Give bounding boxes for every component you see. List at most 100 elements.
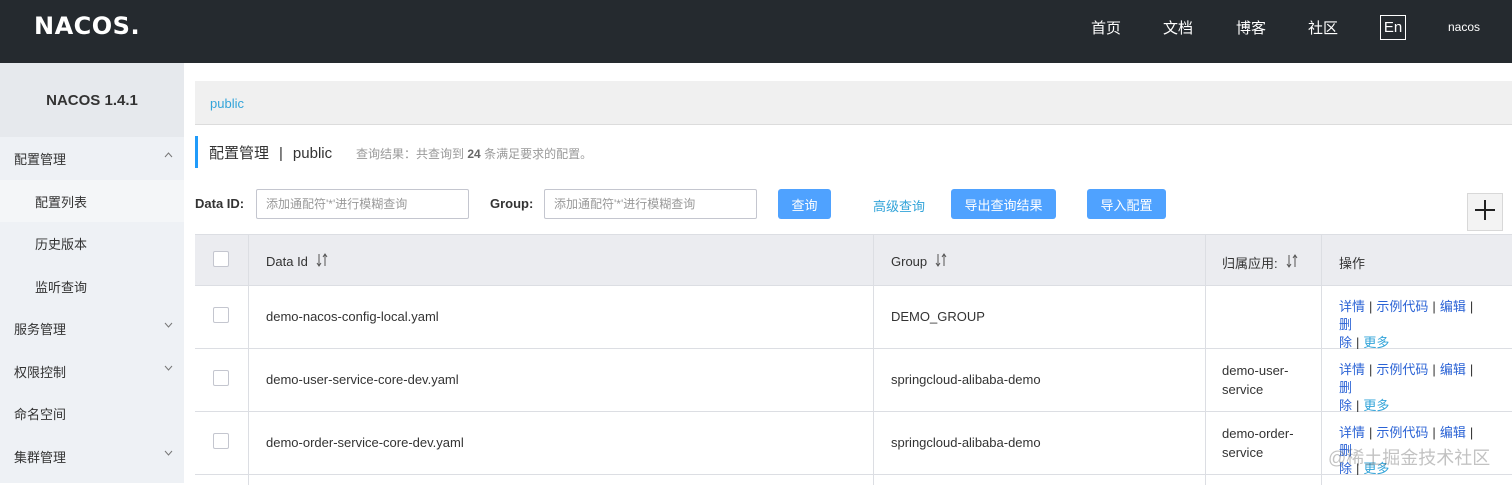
row-checkbox[interactable] [213, 370, 229, 386]
data-id-value: demo-nacos-config-local.yaml [266, 309, 439, 324]
separator: | [1469, 425, 1474, 440]
sidebar-item-config-management[interactable]: 配置管理 [0, 137, 184, 179]
page-title: 配置管理 | public [209, 142, 332, 163]
add-config-button[interactable] [1467, 193, 1503, 231]
cell-data-id: demo-order-service-core-dev.yaml [248, 412, 873, 474]
header-cell-group[interactable]: Group [873, 235, 1205, 285]
sidebar-item-config-list[interactable]: 配置列表 [0, 180, 184, 222]
header-app-label: 归属应用: [1222, 256, 1278, 271]
sidebar-item-history[interactable]: 历史版本 [0, 222, 184, 264]
header-group-label: Group [891, 254, 928, 269]
delete-link-part: 删 [1339, 380, 1353, 395]
query-result-prefix: 查询结果：共查询到 [356, 147, 465, 161]
group-label: Group: [490, 196, 534, 211]
separator: | [1356, 398, 1360, 413]
cell-app: demo-user-service [1205, 349, 1321, 411]
chevron-up-icon [164, 151, 173, 159]
group-search-input[interactable] [544, 189, 757, 219]
nav-community[interactable]: 社区 [1308, 17, 1338, 38]
edit-link[interactable]: 编辑 [1440, 362, 1466, 377]
sidebar-item-service-management[interactable]: 服务管理 [0, 307, 184, 349]
sample-code-link[interactable]: 示例代码 [1376, 425, 1428, 440]
table-row: demo-nacos-config-local.yaml DEMO_GROUP … [195, 286, 1512, 350]
sidebar-item-cluster-management[interactable]: 集群管理 [0, 435, 184, 477]
data-id-value: demo-user-service-core-dev.yaml [266, 372, 459, 387]
cell-data-id [248, 475, 873, 485]
row-checkbox[interactable] [213, 307, 229, 323]
delete-link[interactable]: 删除 [1339, 380, 1352, 413]
data-id-label: Data ID: [195, 196, 245, 211]
data-id-search-input[interactable] [256, 189, 469, 219]
sort-icon[interactable] [316, 253, 328, 270]
chevron-down-icon [164, 449, 173, 457]
search-button[interactable]: 查询 [778, 189, 831, 219]
sidebar-item-namespace[interactable]: 命名空间 [0, 392, 184, 434]
cell-ops: 详情 | 示例代码 | 编辑 |删除 | 更多 [1321, 349, 1512, 413]
sidebar-item-listener-query[interactable]: 监听查询 [0, 265, 184, 307]
language-switch-button[interactable]: En [1380, 15, 1406, 40]
plus-icon [1474, 199, 1496, 226]
sidebar-item-label: 权限控制 [14, 364, 67, 380]
detail-link[interactable]: 详情 [1339, 425, 1365, 440]
cell-ops: 详情 | 示例代码 | 编辑 |删除 | 更多 [1321, 286, 1512, 350]
row-checkbox[interactable] [213, 433, 229, 449]
cell-app [1205, 286, 1321, 348]
more-link[interactable]: 更多 [1363, 335, 1389, 350]
more-link[interactable]: 更多 [1363, 398, 1389, 413]
delete-link-part: 除 [1339, 335, 1353, 350]
import-config-button[interactable]: 导入配置 [1087, 189, 1166, 219]
table-row: demo-user-service-core-dev.yaml springcl… [195, 349, 1512, 413]
header-cell-app[interactable]: 归属应用: [1205, 235, 1321, 285]
sidebar-item-label: 服务管理 [14, 321, 67, 337]
edit-link[interactable]: 编辑 [1440, 299, 1466, 314]
cell-ops [1321, 475, 1512, 485]
page-title-row: 配置管理 | public [195, 136, 332, 168]
sidebar-item-label: 集群管理 [14, 449, 67, 465]
separator: | [1432, 425, 1436, 440]
nav-home[interactable]: 首页 [1091, 17, 1121, 38]
delete-link-part: 删 [1339, 317, 1353, 332]
row-actions: 详情 | 示例代码 | 编辑 |删除 | 更多 [1339, 361, 1489, 415]
cell-app: demo-order-service [1205, 412, 1321, 474]
nacos-logo[interactable]: NACOS. [34, 12, 140, 40]
separator: | [1469, 362, 1474, 377]
app-value: demo-user-service [1222, 363, 1289, 397]
sort-icon[interactable] [1286, 254, 1298, 271]
sort-icon[interactable] [935, 253, 947, 270]
sidebar-item-label: 配置列表 [35, 194, 88, 210]
separator: | [1432, 299, 1436, 314]
data-id-value: demo-order-service-core-dev.yaml [266, 435, 464, 450]
separator: | [1369, 362, 1373, 377]
sidebar: NACOS 1.4.1 配置管理 配置列表 历史版本 监听查询 服务管理 权限控… [0, 63, 184, 483]
sidebar-item-label: 配置管理 [14, 151, 67, 167]
query-result-suffix: 条满足要求的配置。 [484, 147, 593, 161]
app-value: demo-order-service [1222, 426, 1294, 460]
namespace-tab-public[interactable]: public [210, 96, 244, 111]
detail-link[interactable]: 详情 [1339, 299, 1365, 314]
sidebar-item-label: 历史版本 [35, 236, 88, 252]
sample-code-link[interactable]: 示例代码 [1376, 299, 1428, 314]
header-cell-data-id[interactable]: Data Id [248, 235, 873, 285]
detail-link[interactable]: 详情 [1339, 362, 1365, 377]
separator: | [1432, 362, 1436, 377]
group-value: springcloud-alibaba-demo [891, 372, 1041, 387]
cell-group: springcloud-alibaba-demo [873, 412, 1205, 474]
delete-link[interactable]: 删除 [1339, 317, 1352, 350]
edit-link[interactable]: 编辑 [1440, 425, 1466, 440]
select-all-checkbox[interactable] [213, 251, 229, 267]
header-data-id-label: Data Id [266, 254, 308, 269]
sidebar-item-access-control[interactable]: 权限控制 [0, 350, 184, 392]
group-value: DEMO_GROUP [891, 309, 985, 324]
nav-docs[interactable]: 文档 [1163, 17, 1193, 38]
title-separator: | [279, 144, 283, 162]
sidebar-item-label: 命名空间 [14, 406, 67, 422]
sidebar-item-label: 监听查询 [35, 279, 88, 295]
table-header: Data Id Group 归属应用: 操作 [195, 234, 1512, 286]
user-menu[interactable]: nacos [1448, 20, 1480, 34]
sample-code-link[interactable]: 示例代码 [1376, 362, 1428, 377]
nav-blog[interactable]: 博客 [1236, 17, 1266, 38]
advanced-search-link[interactable]: 高级查询 [873, 196, 925, 215]
header-cell-ops: 操作 [1321, 235, 1512, 285]
group-value: springcloud-alibaba-demo [891, 435, 1041, 450]
export-results-button[interactable]: 导出查询结果 [951, 189, 1056, 219]
